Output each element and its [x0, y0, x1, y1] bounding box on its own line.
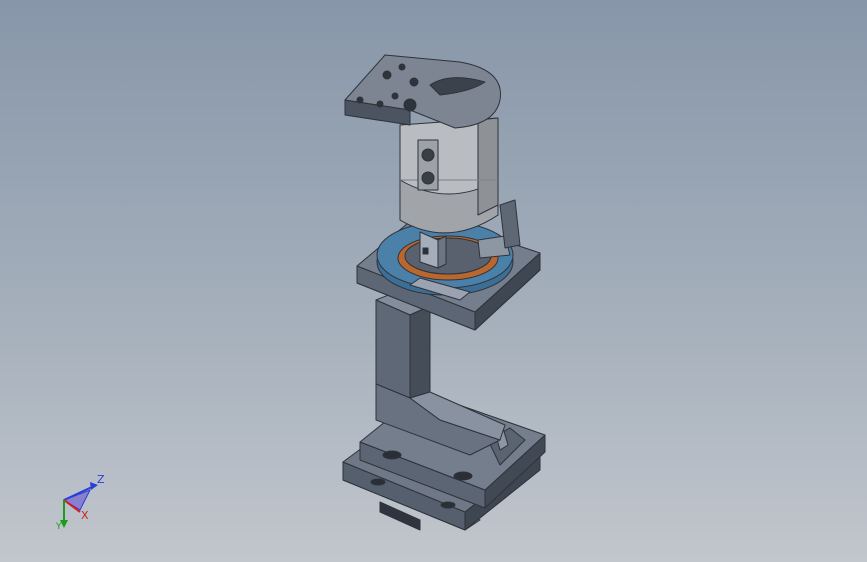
bolt-hole	[421, 171, 435, 185]
triad-x-label: X	[81, 509, 89, 522]
top-bracket[interactable]	[344, 54, 501, 129]
mount-hole	[453, 471, 473, 481]
triad-z-label: Z	[97, 473, 105, 486]
triad-y-label: Y	[56, 522, 62, 532]
graphics-viewport[interactable]: Z X Y	[0, 0, 867, 562]
coordinate-triad: Z X Y	[46, 470, 116, 534]
assembly-model[interactable]	[0, 0, 867, 562]
bolt-hole	[421, 148, 435, 162]
cylinder-actuator[interactable]	[399, 117, 499, 234]
mount-hole	[440, 501, 456, 509]
mount-hole	[370, 478, 386, 486]
mount-hole	[382, 450, 402, 460]
